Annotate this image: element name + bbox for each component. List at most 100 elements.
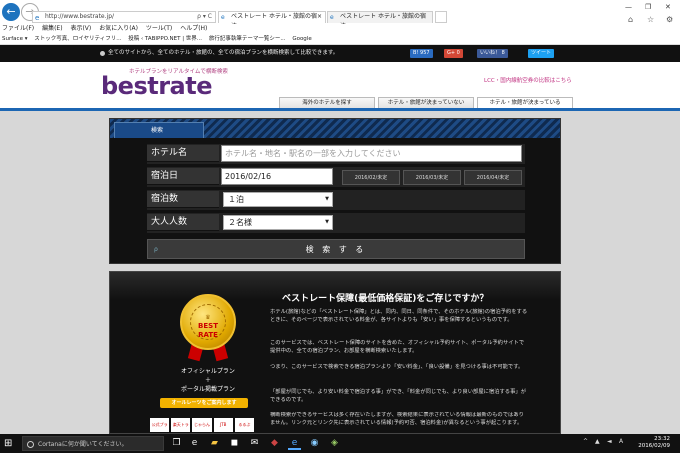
chevron-down-icon: ▼ xyxy=(325,219,329,225)
menu-favorites[interactable]: お気に入り(A) xyxy=(99,25,138,32)
promo-paragraph: 「部屋が同じでも、より安い料金で宿泊する事」ができ、「料金が同じでも、より良い部… xyxy=(270,389,526,403)
partner-logo: 公式プラン xyxy=(150,418,170,441)
month-button-feb[interactable]: 2016/02/未定 xyxy=(342,170,400,185)
clock-date: 2016/02/09 xyxy=(638,443,670,449)
favorites-bar: Surface ▾ ストック写真、ロイヤリティフリ... 投稿 ‹ TABIPP… xyxy=(0,34,680,45)
home-icon[interactable]: ⌂ xyxy=(628,15,633,24)
medal-face: ♛ BEST RATE xyxy=(190,304,226,340)
plus-sign: ＋ xyxy=(204,377,211,384)
adults-value: ２名様 xyxy=(228,218,252,227)
file-explorer-icon[interactable]: ▰ xyxy=(208,437,221,450)
browser-titlebar: ← → e http://www.bestrate.jp/ ρ ▾ C e ベス… xyxy=(0,0,680,30)
clock-time: 23:32 xyxy=(654,436,670,442)
site-notice: 全てのサイトから、全てのホテル・旅館の、全ての宿泊プランを横断検索して比較できま… xyxy=(108,50,339,56)
close-tab-icon[interactable]: × xyxy=(317,12,322,22)
adults-label: 大人人数 xyxy=(147,214,219,231)
fav-item[interactable]: Google xyxy=(292,36,311,42)
windows-start-icon[interactable]: ⊞ xyxy=(4,438,12,449)
close-window-icon[interactable]: ✕ xyxy=(665,3,671,11)
promo-paragraph: つまり、このサービスで検索できる宿泊プランより「安い料金」、「良い設備」を見つけ… xyxy=(270,364,524,370)
bestrate-logo[interactable]: bestrate xyxy=(101,72,213,100)
menu-edit[interactable]: 編集(E) xyxy=(42,25,62,32)
tab-inactive[interactable]: e ベストレート ホテル・旅館の宿泊... xyxy=(327,11,433,30)
menu-view[interactable]: 表示(V) xyxy=(70,25,91,32)
medal-text-rate: RATE xyxy=(198,331,218,339)
hotel-name-input[interactable]: ホテル名・地名・駅名の一部を入力してください xyxy=(221,145,522,162)
cortana-icon xyxy=(27,441,34,448)
chevron-down-icon: ▼ xyxy=(325,196,329,202)
search-submit-label: 検 索 す る xyxy=(305,245,367,254)
bullet-icon xyxy=(100,51,105,56)
ie-icon: e xyxy=(35,14,40,22)
maximize-icon[interactable]: ❐ xyxy=(645,3,651,11)
task-view-icon[interactable]: ❐ xyxy=(170,437,183,450)
facebook-like-button[interactable]: いいね！ 8 xyxy=(477,49,508,58)
menu-help[interactable]: ヘルプ(H) xyxy=(180,25,207,32)
app-icon[interactable]: ◈ xyxy=(328,437,341,450)
favorites-star-icon[interactable]: ☆ xyxy=(647,15,654,24)
nights-label: 宿泊数 xyxy=(147,191,219,208)
promo-paragraph: ホテル(旅館)などの「ベストレート保障」とは、同内、同日、同条件で、そのホテル(… xyxy=(270,309,528,323)
site-notice-bar: 全てのサイトから、全てのホテル・旅館の、全ての宿泊プランを横断検索して比較できま… xyxy=(0,45,680,62)
ime-icon[interactable]: A xyxy=(619,438,623,445)
tab-ie-icon: e xyxy=(221,14,225,21)
checkin-date-input[interactable]: 2016/02/16 xyxy=(221,168,333,185)
address-bar[interactable]: e http://www.bestrate.jp/ ρ ▾ C xyxy=(32,11,216,23)
windows-taskbar: ⊞ Cortanaに何か聞いてください。 ❐ e ▰ ◼ ✉ ◆ e ◉ ◈ ^… xyxy=(0,434,680,453)
settings-gear-icon[interactable]: ⚙ xyxy=(666,15,673,24)
crown-icon: ♛ xyxy=(205,314,211,321)
cortana-placeholder: Cortanaに何か聞いてください。 xyxy=(38,441,128,448)
best-rate-medal: ♛ BEST RATE xyxy=(180,294,236,350)
mail-icon[interactable]: ✉ xyxy=(248,437,261,450)
menu-file[interactable]: ファイル(F) xyxy=(2,25,34,32)
nights-select[interactable]: １泊 ▼ xyxy=(223,192,333,207)
partner-logos: 公式プラン 楽天トラベル じゃらん JTB るるぶ xyxy=(150,418,255,441)
nights-value: １泊 xyxy=(228,195,244,204)
gplus-button[interactable]: G+ 0 xyxy=(444,49,463,58)
minimize-icon[interactable]: — xyxy=(625,3,632,11)
back-button[interactable]: ← xyxy=(2,3,20,21)
hotel-name-label: ホテル名 xyxy=(147,145,219,162)
edge-icon[interactable]: e xyxy=(188,437,201,450)
tab-overseas-hotels[interactable]: 海外のホテルを探す xyxy=(279,97,375,108)
app-icon[interactable]: ◉ xyxy=(308,437,321,450)
search-submit-button[interactable]: ρ 検 索 す る xyxy=(147,239,525,259)
all-rates-button[interactable]: オールレーツをご案内します xyxy=(160,398,248,408)
fav-item[interactable]: 投稿 ‹ TABIPPO.NET | 世界... xyxy=(128,36,202,42)
promo-title: ベストレート保障(最低価格保証)をご存じですか？ xyxy=(282,294,489,304)
tab-hotel-undecided[interactable]: ホテル・旅館が決まっていない xyxy=(378,97,474,108)
tray-chevron-icon[interactable]: ^ xyxy=(583,438,588,445)
hatena-bookmark-button[interactable]: B! 957 xyxy=(410,49,433,58)
internet-explorer-icon[interactable]: e xyxy=(288,437,301,450)
month-button-apr[interactable]: 2016/04/未定 xyxy=(464,170,522,185)
address-controls[interactable]: ρ ▾ C xyxy=(197,12,212,22)
tab-active[interactable]: e ベストレート ホテル・旅館の宿泊... × xyxy=(218,11,326,30)
fav-item[interactable]: Surface ▾ xyxy=(2,36,27,42)
volume-icon[interactable]: ◄ xyxy=(607,438,612,445)
cortana-search-box[interactable]: Cortanaに何か聞いてください。 xyxy=(22,436,164,451)
taskbar-clock[interactable]: 23:32 2016/02/09 xyxy=(638,436,670,450)
month-button-mar[interactable]: 2016/03/未定 xyxy=(403,170,461,185)
tweet-button[interactable]: ツイート xyxy=(528,49,555,58)
checkin-date-label: 宿泊日 xyxy=(147,168,219,185)
adults-select[interactable]: ２名様 ▼ xyxy=(223,215,333,230)
promo-paragraph: このサービスでは、ベストレート保障のサイトを含めた、オフィシャル予約サイト、ポー… xyxy=(270,340,525,354)
app-icon[interactable]: ◆ xyxy=(268,437,281,450)
medal-text-best: BEST xyxy=(198,322,218,330)
menu-bar: ファイル(F) 編集(E) 表示(V) お気に入り(A) ツール(T) ヘルプ(… xyxy=(0,24,680,34)
partner-logo: 楽天トラベル xyxy=(171,418,191,441)
hotel-name-placeholder: ホテル名・地名・駅名の一部を入力してください xyxy=(225,149,401,158)
search-tab[interactable]: 検索 xyxy=(114,122,204,138)
address-text: http://www.bestrate.jp/ xyxy=(45,13,115,20)
fav-item[interactable]: 旅行記事執筆テーマ一覧シー... xyxy=(209,36,286,42)
network-icon[interactable]: ▲ xyxy=(595,438,600,445)
lcc-link[interactable]: LCC・国内線航空券の比較はこちら xyxy=(484,76,572,84)
new-tab-button[interactable] xyxy=(435,11,447,23)
fav-item[interactable]: ストック写真、ロイヤリティフリ... xyxy=(34,36,121,42)
official-plan-text: オフィシャルプラン xyxy=(181,368,235,375)
menu-tools[interactable]: ツール(T) xyxy=(146,25,172,32)
store-icon[interactable]: ◼ xyxy=(228,437,241,450)
partner-logo: JTB xyxy=(213,418,233,432)
promo-paragraph: 横断検索ができるサービスは多く存在いたしますが、検索結果に表示されている情報は最… xyxy=(270,412,524,426)
portal-plan-text: ポータル掲載プラン xyxy=(180,386,235,393)
